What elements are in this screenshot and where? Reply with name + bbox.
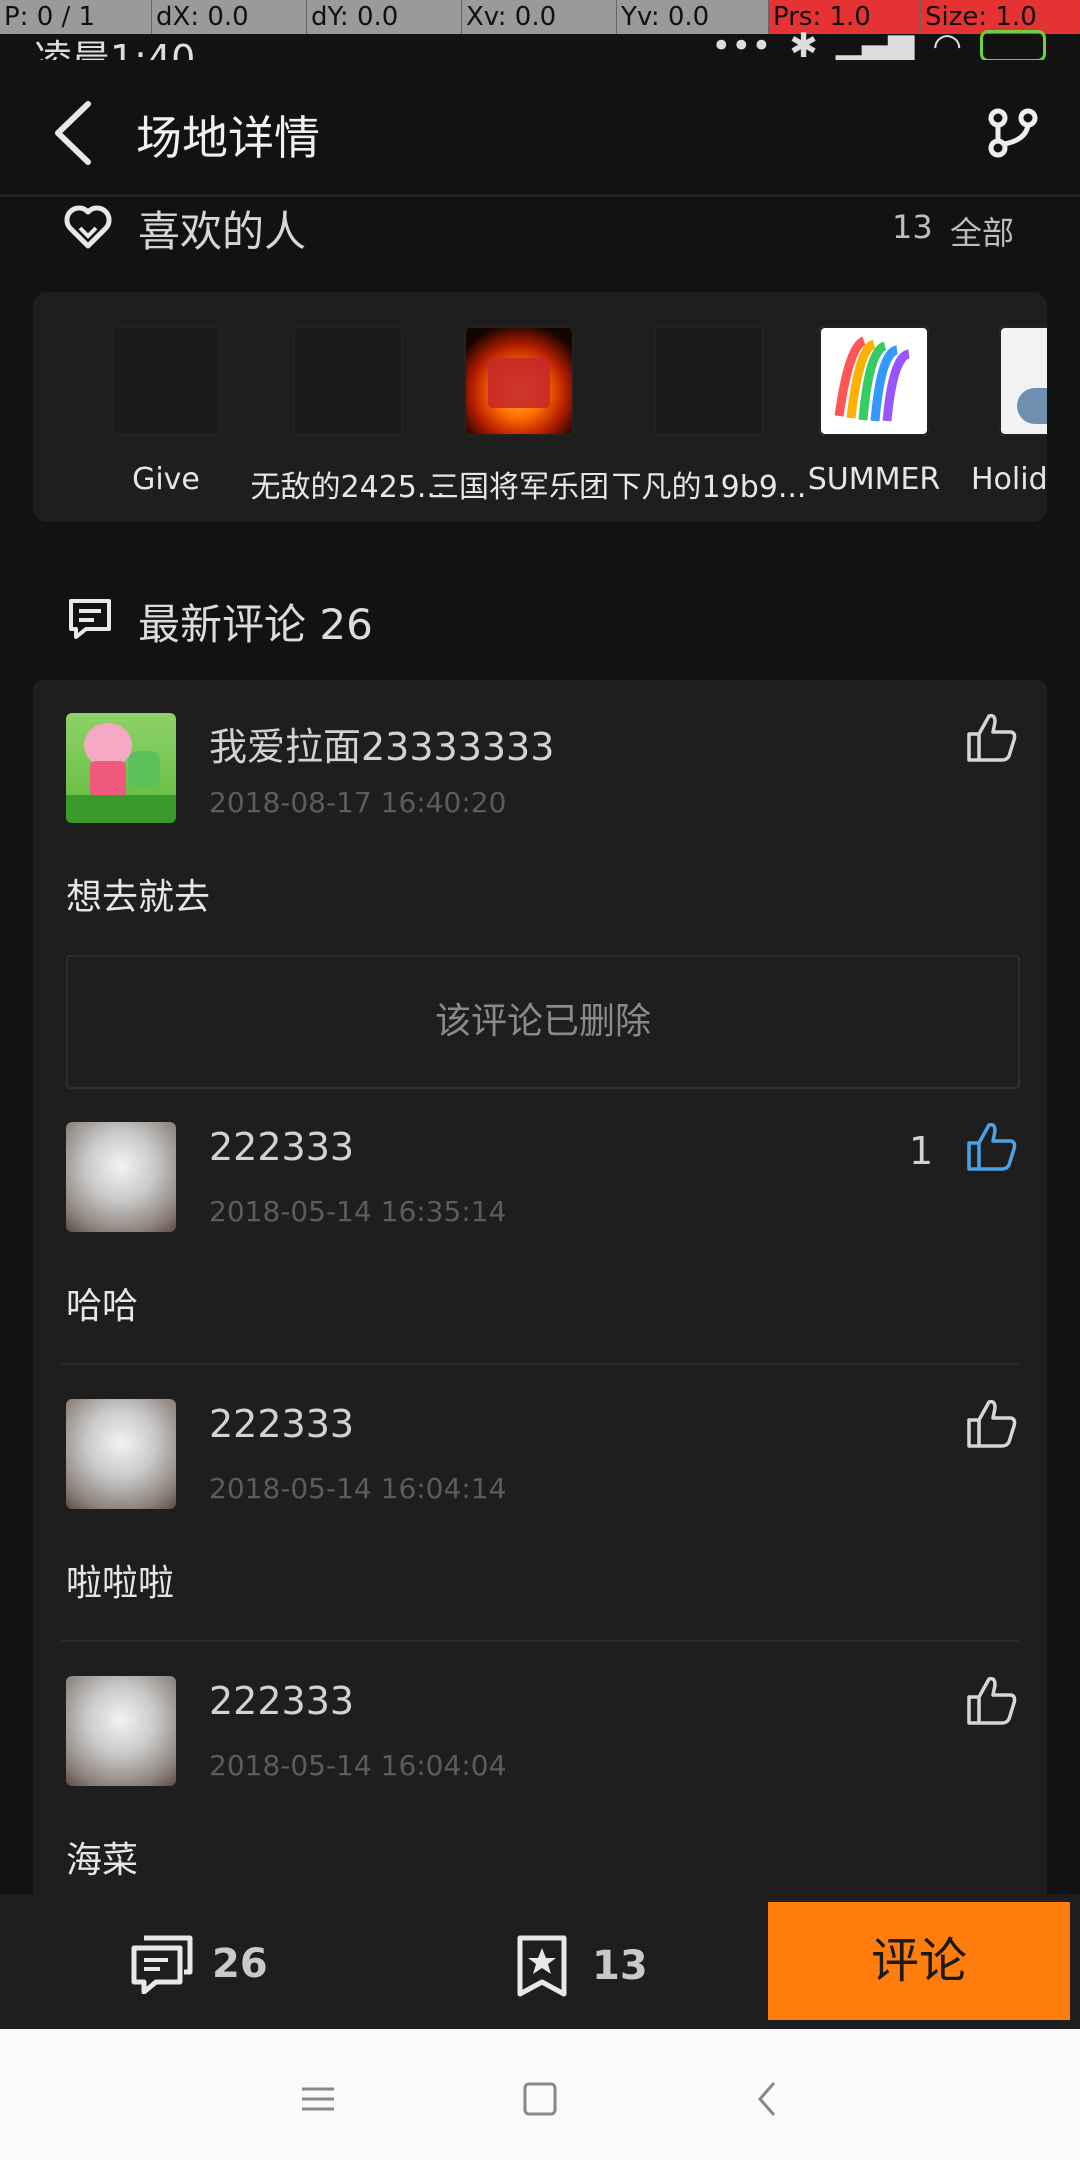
comments-count-button[interactable]: 26	[130, 1934, 268, 1994]
likes-count: 13	[892, 208, 933, 246]
bookmark-star-icon	[517, 1935, 567, 1997]
comment-item: 222333 2018-05-14 16:04:14 啦啦啦	[33, 1366, 1047, 1643]
comment-date: 2018-05-14 16:04:04	[209, 1749, 507, 1782]
system-navigation-bar	[0, 2029, 1080, 2160]
velocity-x: Xv: 0.0	[462, 0, 617, 34]
comment-item: 222333 2018-05-14 16:35:14 1 哈哈	[33, 1089, 1047, 1366]
avatar	[111, 326, 221, 436]
avatar[interactable]	[66, 1676, 176, 1786]
comment-icon	[131, 1935, 193, 1994]
status-bar: 凌晨1:40 ••• ✱ ▂▄▆ ◠	[0, 26, 1080, 81]
deleted-reply: 该评论已删除	[66, 955, 1020, 1089]
liker-name: 三国将军乐团	[429, 470, 609, 505]
liker-item[interactable]: Holiday ⁄	[951, 326, 1047, 497]
back-icon[interactable]	[48, 98, 98, 168]
liker-name: Holiday ⁄	[971, 462, 1047, 497]
favorites-count: 13	[592, 1943, 648, 1989]
divider	[61, 1640, 1019, 1642]
colorful-stripes-icon	[834, 336, 911, 422]
favorites-count-button[interactable]: 13	[510, 1934, 648, 1998]
comment-date: 2018-05-14 16:04:14	[209, 1472, 507, 1505]
comments-header: 最新评论 26	[0, 585, 1080, 665]
thumb-up-icon[interactable]	[965, 1673, 1019, 1727]
divider	[61, 1363, 1019, 1365]
comment-text: 哈哈	[66, 1286, 139, 1327]
liker-name: Give	[132, 462, 200, 497]
liker-item[interactable]: 三国将军乐团	[419, 326, 619, 506]
liker-name: SUMMER	[807, 462, 941, 497]
comment-item: 222333 2018-05-14 16:04:04 海菜	[33, 1643, 1047, 1900]
avatar	[464, 326, 574, 436]
comment-date: 2018-05-14 16:35:14	[209, 1195, 507, 1228]
comment-text: 海菜	[66, 1840, 139, 1881]
comment-text: 想去就去	[66, 877, 211, 918]
share-icon[interactable]	[986, 106, 1040, 160]
write-comment-button[interactable]: 评论	[768, 1902, 1070, 2020]
avatar	[293, 326, 403, 436]
avatar[interactable]	[66, 1399, 176, 1509]
comments-list: 我爱拉面23333333 2018-08-17 16:40:20 想去就去 该评…	[33, 680, 1047, 1900]
like-count: 1	[909, 1129, 934, 1173]
thumb-up-icon[interactable]	[965, 710, 1019, 764]
avatar	[999, 326, 1047, 436]
comment-icon	[69, 599, 111, 639]
avatar[interactable]	[66, 713, 176, 823]
page-title: 场地详情	[136, 111, 320, 165]
bottom-action-bar: 26 13 评论	[0, 1894, 1080, 2029]
comment-author[interactable]: 222333	[209, 1402, 354, 1446]
comment-author[interactable]: 222333	[209, 1679, 354, 1723]
comment-date: 2018-08-17 16:40:20	[209, 786, 507, 819]
heart-icon	[64, 205, 112, 249]
menu-icon[interactable]	[288, 2069, 348, 2129]
comment-author[interactable]: 222333	[209, 1125, 354, 1169]
likes-all-link[interactable]: 全部	[950, 208, 1014, 254]
likers-list: Give 无敌的2425... 三国将军乐团 下凡的19b9... SUMMER	[33, 292, 1047, 522]
avatar	[819, 326, 929, 436]
home-icon[interactable]	[510, 2069, 570, 2129]
comment-author[interactable]: 我爱拉面23333333	[209, 716, 554, 771]
avatar	[654, 326, 764, 436]
comments-count: 26	[212, 1941, 268, 1987]
avatar[interactable]	[66, 1122, 176, 1232]
thumb-up-icon[interactable]	[965, 1396, 1019, 1450]
likes-header: 喜欢的人 13 全部	[0, 196, 1080, 286]
comment-item: 我爱拉面23333333 2018-08-17 16:40:20 想去就去 该评…	[33, 680, 1047, 1090]
thumb-up-icon[interactable]	[965, 1119, 1019, 1173]
likes-title: 喜欢的人	[138, 207, 307, 256]
comment-text: 啦啦啦	[66, 1563, 175, 1604]
battery-icon	[980, 30, 1046, 62]
delta-y: dY: 0.0	[307, 0, 462, 34]
liker-item[interactable]: SUMMER	[774, 326, 974, 497]
comments-title: 最新评论 26	[138, 600, 373, 649]
liker-item[interactable]: Give	[66, 326, 266, 497]
nav-back-icon[interactable]	[738, 2069, 798, 2129]
top-app-bar: 场地详情	[0, 60, 1080, 197]
